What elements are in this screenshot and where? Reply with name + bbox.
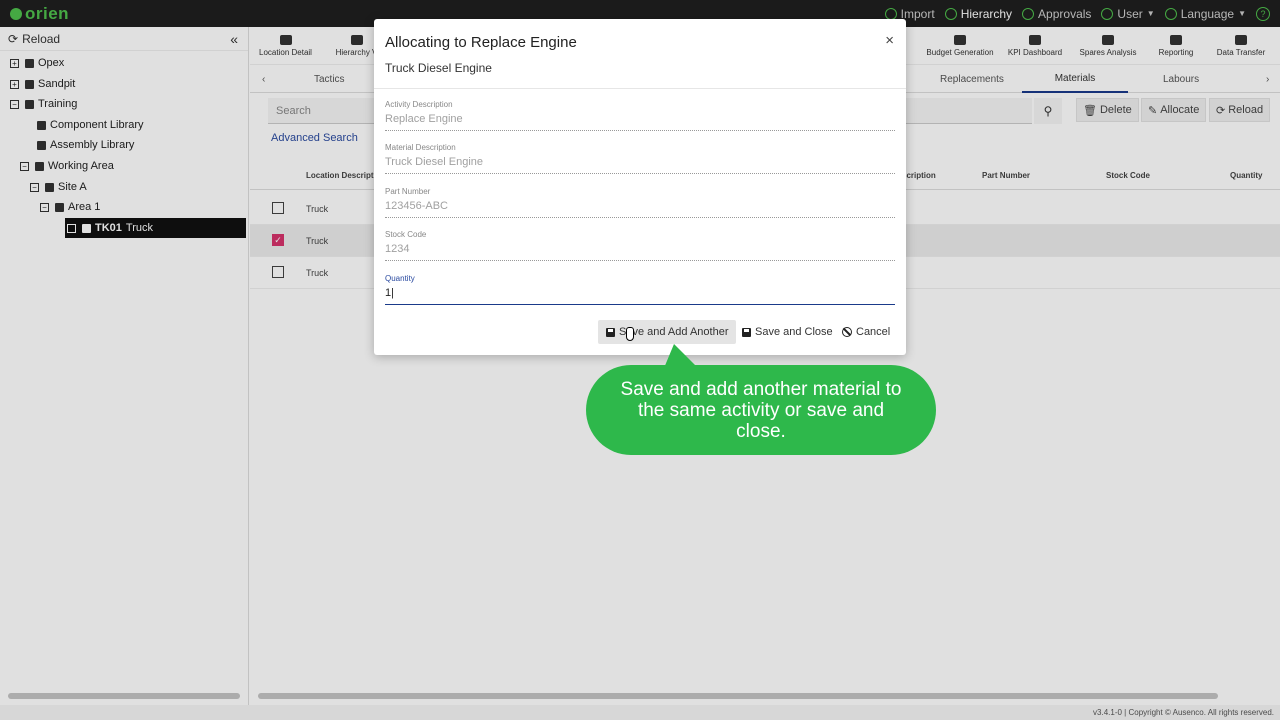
field-value: Replace Engine <box>385 113 895 131</box>
field-value: 123456-ABC <box>385 200 895 218</box>
allocate-dialog: Allocating to Replace Engine Truck Diese… <box>374 19 906 355</box>
field-label: Material Description <box>385 143 456 152</box>
save-and-close-button[interactable]: Save and Close <box>734 320 841 344</box>
button-label: Cancel <box>856 326 891 338</box>
field-value: 1234 <box>385 243 895 261</box>
stock-code-field: Stock Code 1234 <box>385 230 895 270</box>
dialog-divider <box>374 88 906 89</box>
close-icon[interactable]: × <box>885 32 894 49</box>
part-number-field: Part Number 123456-ABC <box>385 187 895 227</box>
cancel-button[interactable]: Cancel <box>834 320 898 344</box>
button-label: Save and Close <box>755 326 833 338</box>
ban-icon <box>842 327 852 337</box>
quantity-input[interactable]: 1| <box>385 287 895 305</box>
field-value: Truck Diesel Engine <box>385 156 895 174</box>
field-label: Stock Code <box>385 230 427 239</box>
mouse-cursor-icon <box>626 327 634 341</box>
field-label: Part Number <box>385 187 431 196</box>
activity-description-field: Activity Description Replace Engine <box>385 100 895 140</box>
save-icon <box>742 327 751 337</box>
button-label: Save and Add Another <box>619 326 729 338</box>
quantity-field[interactable]: Quantity 1| <box>385 274 895 314</box>
dialog-subtitle: Truck Diesel Engine <box>385 61 492 75</box>
save-icon <box>606 327 615 337</box>
tutorial-callout: Save and add another material to the sam… <box>586 365 936 455</box>
field-label: Activity Description <box>385 100 453 109</box>
field-label: Quantity <box>385 274 415 283</box>
dialog-title: Allocating to Replace Engine <box>385 34 577 51</box>
save-and-add-another-button[interactable]: Save and Add Another <box>598 320 737 344</box>
material-description-field: Material Description Truck Diesel Engine <box>385 143 895 183</box>
